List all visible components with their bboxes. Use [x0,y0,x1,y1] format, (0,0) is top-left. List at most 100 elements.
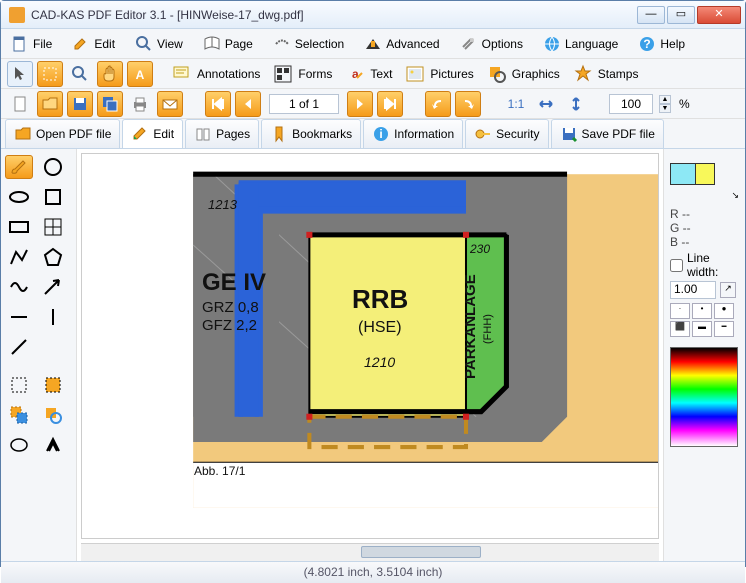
label-ge-grz: GRZ 0,8 [202,299,259,316]
linewidth-picker-icon[interactable]: ↗ [720,282,736,298]
maximize-button[interactable]: ▭ [667,6,695,24]
label-park-num: 230 [470,242,490,256]
pictures-button[interactable]: Pictures [400,61,477,87]
arrow-tool[interactable] [39,275,67,299]
close-button[interactable]: ✕ [697,6,741,24]
color-palette[interactable] [670,347,738,447]
polygon-tool[interactable] [39,245,67,269]
menu-selection-label: Selection [295,37,344,51]
tab-save[interactable]: Save PDF file [551,119,664,148]
oval-outline-tool[interactable] [5,433,33,457]
shape-marquee-tool[interactable] [39,403,67,427]
undo-button[interactable] [425,91,451,117]
tab-edit[interactable]: Edit [122,119,183,148]
new-button[interactable] [7,91,33,117]
fit-page-button[interactable] [563,91,589,117]
menu-options[interactable]: Options [456,32,527,56]
linestyle-5[interactable]: ▬ [692,321,712,337]
minimize-button[interactable]: — [637,6,665,24]
menu-help[interactable]: ?Help [634,32,689,56]
last-page-button[interactable] [377,91,403,117]
tab-pages[interactable]: Pages [185,119,259,148]
menu-view-label: View [157,37,183,51]
linestyle-3[interactable]: ● [714,303,734,319]
save-button[interactable] [67,91,93,117]
fill-marquee-tool[interactable] [39,373,67,397]
prev-page-button[interactable] [235,91,261,117]
hand-tool-button[interactable] [97,61,123,87]
pointer-tool-button[interactable] [7,61,33,87]
page-indicator[interactable]: 1 of 1 [269,94,339,114]
mail-button[interactable] [157,91,183,117]
tab-info[interactable]: iInformation [363,119,463,148]
marquee-tool[interactable] [5,373,33,397]
fit-width-button[interactable] [533,91,559,117]
first-page-button[interactable] [205,91,231,117]
workspace: 1213 GE IV GRZ 0,8 GFZ 2,2 RRB (HSE) 121… [1,149,745,561]
square-tool[interactable] [39,185,67,209]
toolbar-file-nav: 1 of 1 1:1 100 ▲▼ % [1,89,745,119]
zoom-spinner[interactable]: ▲▼ [659,95,671,113]
linestyle-2[interactable]: • [692,303,712,319]
menu-selection[interactable]: Selection [269,32,348,56]
polyline-tool[interactable] [5,245,33,269]
rect-tool[interactable] [5,215,33,239]
color-marquee-tool[interactable] [5,403,33,427]
open-button[interactable] [37,91,63,117]
menu-edit-label: Edit [94,37,115,51]
graphics-button[interactable]: Graphics [482,61,564,87]
ellipse-tool[interactable] [5,185,33,209]
text-a-button[interactable]: A [127,61,153,87]
blank-tool [39,335,67,359]
text-button[interactable]: aText [340,61,396,87]
curve-tool[interactable] [5,275,33,299]
menu-edit[interactable]: Edit [68,32,119,56]
redo-button[interactable] [455,91,481,117]
linestyle-4[interactable]: ⬛ [670,321,690,337]
r-value: R -- [670,207,739,221]
scrollbar-thumb[interactable] [361,546,481,558]
linewidth-checkbox[interactable] [670,259,683,272]
svg-text:A: A [136,68,145,82]
line-tool[interactable] [5,335,33,359]
swatch-primary[interactable] [670,163,696,185]
linewidth-input[interactable]: 1.00 [670,281,716,299]
menu-page-label: Page [225,37,253,51]
document-canvas[interactable]: 1213 GE IV GRZ 0,8 GFZ 2,2 RRB (HSE) 121… [81,153,659,539]
tab-security[interactable]: Security [465,119,548,148]
stamps-button[interactable]: Stamps [568,61,643,87]
zoom-unit: % [679,97,690,111]
b-value: B -- [670,235,739,249]
label-abb: Abb. 17/1 [194,464,245,478]
tab-open[interactable]: Open PDF file [5,119,120,148]
horizontal-scrollbar[interactable] [81,543,659,561]
color-swatches [670,155,739,188]
linestyle-1[interactable]: · [670,303,690,319]
saveas-button[interactable] [97,91,123,117]
brush-tool[interactable] [5,155,33,179]
menu-file[interactable]: File [7,32,56,56]
label-rrb: RRB [352,284,408,315]
swap-colors-icon[interactable]: ↘ [670,190,739,201]
linestyle-6[interactable]: ━ [714,321,734,337]
hline-tool[interactable] [5,305,33,329]
annotations-label: Annotations [197,67,260,81]
stamps-label: Stamps [598,67,639,81]
grid-tool[interactable] [39,215,67,239]
chevron-tool[interactable] [39,433,67,457]
next-page-button[interactable] [347,91,373,117]
print-button[interactable] [127,91,153,117]
select-rect-button[interactable] [37,61,63,87]
menu-advanced[interactable]: Advanced [360,32,443,56]
fit-11-button[interactable]: 1:1 [503,91,529,117]
forms-button[interactable]: Forms [268,61,336,87]
vline-tool[interactable] [39,305,67,329]
menu-language[interactable]: Language [539,32,622,56]
circle-tool[interactable] [39,155,67,179]
tab-bookmarks[interactable]: Bookmarks [261,119,361,148]
annotations-button[interactable]: Annotations [167,61,264,87]
menu-page[interactable]: Page [199,32,257,56]
zoom-tool-button[interactable] [67,61,93,87]
zoom-value[interactable]: 100 [609,94,653,114]
menu-view[interactable]: View [131,32,187,56]
